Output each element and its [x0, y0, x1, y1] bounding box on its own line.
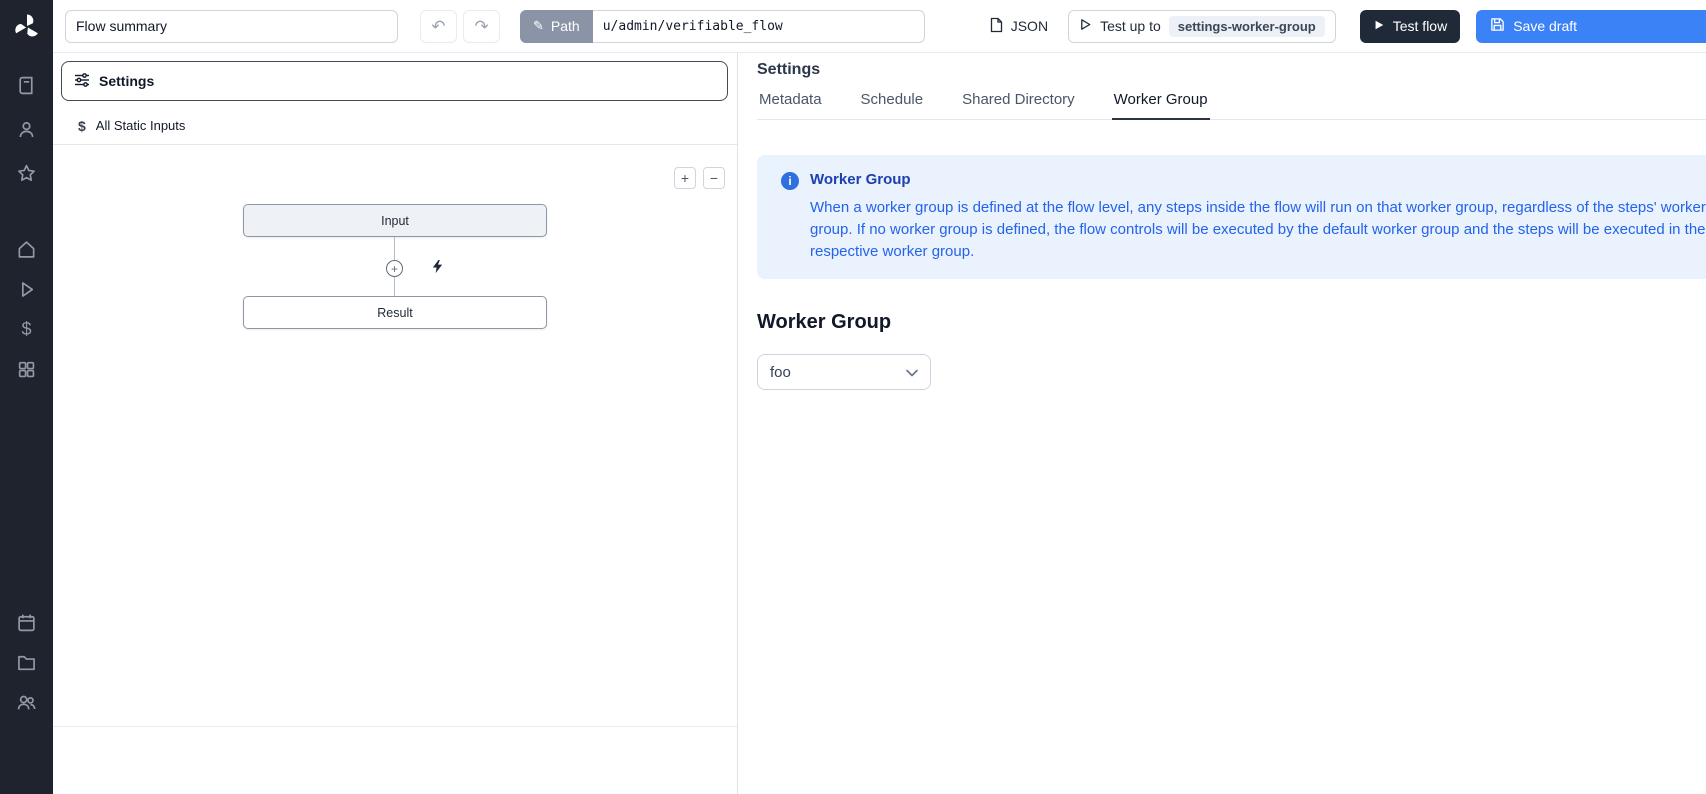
settings-panel: Settings Metadata Schedule Shared Direct…	[738, 53, 1706, 794]
tab-schedule[interactable]: Schedule	[859, 87, 926, 120]
settings-tabs: Metadata Schedule Shared Directory Worke…	[757, 87, 1706, 120]
app-root: $	[0, 0, 1706, 794]
sidebar-top-group	[7, 65, 47, 193]
result-node[interactable]: Result	[243, 296, 547, 329]
worker-group-select[interactable]: foo	[757, 354, 931, 390]
user-icon[interactable]	[7, 109, 47, 149]
tab-metadata[interactable]: Metadata	[757, 87, 824, 120]
worker-group-select-value: foo	[770, 364, 791, 381]
test-up-to-label: Test up to	[1100, 18, 1161, 34]
flow-summary-input[interactable]	[65, 10, 398, 43]
info-content: Worker Group When a worker group is defi…	[810, 171, 1706, 263]
flow-settings-label: Settings	[99, 73, 154, 89]
play-icon[interactable]	[7, 269, 47, 309]
home-icon[interactable]	[7, 229, 47, 269]
save-draft-button[interactable]: Save draft	[1476, 10, 1706, 43]
zoom-out-button[interactable]: −	[703, 167, 725, 189]
path-label: Path	[551, 18, 580, 34]
path-input[interactable]	[593, 10, 925, 43]
calendar-icon[interactable]	[7, 602, 47, 642]
tab-worker-group[interactable]: Worker Group	[1112, 87, 1210, 120]
all-static-inputs-button[interactable]: $ All Static Inputs	[53, 107, 737, 145]
info-body: When a worker group is defined at the fl…	[810, 197, 1706, 263]
pencil-icon: ✎	[533, 18, 544, 34]
dollar-icon[interactable]: $	[7, 309, 47, 349]
sidebar-middle-group: $	[7, 229, 47, 389]
path-group: ✎ Path	[520, 10, 925, 43]
redo-button[interactable]: ↷	[463, 10, 500, 43]
star-icon[interactable]	[7, 153, 47, 193]
worker-group-info-box: i Worker Group When a worker group is de…	[757, 155, 1706, 279]
trigger-bolt-icon[interactable]	[430, 259, 445, 277]
flow-settings-button[interactable]: Settings	[61, 61, 728, 101]
users-icon[interactable]	[7, 682, 47, 722]
sidebar-bottom-group	[7, 602, 47, 722]
flow-editor-panel: Settings $ All Static Inputs + − Input +	[53, 53, 738, 794]
all-static-inputs-label: All Static Inputs	[96, 118, 186, 133]
zoom-controls: + −	[674, 167, 725, 189]
chevron-down-icon	[906, 364, 918, 381]
undo-icon: ↶	[431, 18, 445, 35]
worker-group-heading: Worker Group	[757, 311, 1706, 334]
dollar-icon: $	[78, 118, 86, 134]
zoom-in-button[interactable]: +	[674, 167, 696, 189]
add-step-button[interactable]: +	[386, 260, 403, 277]
info-icon: i	[781, 172, 799, 190]
test-flow-label: Test flow	[1393, 18, 1447, 34]
json-button[interactable]: JSON	[985, 17, 1052, 36]
json-button-label: JSON	[1011, 18, 1048, 34]
plus-icon: +	[391, 263, 398, 275]
main-column: ↶ ↷ ✎ Path JSON	[53, 0, 1706, 794]
sliders-icon	[74, 72, 90, 91]
test-up-to-button[interactable]: Test up to settings-worker-group	[1068, 10, 1336, 43]
topbar: ↶ ↷ ✎ Path JSON	[53, 0, 1706, 53]
path-edit-button[interactable]: ✎ Path	[520, 10, 593, 43]
info-title: Worker Group	[810, 171, 1706, 188]
worker-group-badge: settings-worker-group	[1169, 16, 1325, 37]
save-icon	[1490, 17, 1505, 35]
book-icon[interactable]	[7, 65, 47, 105]
content: Settings $ All Static Inputs + − Input +	[53, 53, 1706, 794]
settings-panel-title: Settings	[757, 61, 1706, 79]
play-outline-icon	[1079, 18, 1092, 34]
json-file-icon	[989, 17, 1004, 36]
test-flow-button[interactable]: Test flow	[1360, 10, 1460, 43]
save-draft-label: Save draft	[1513, 18, 1577, 34]
panel-bottom-divider	[53, 726, 737, 727]
redo-icon: ↷	[474, 18, 488, 35]
tab-shared-directory[interactable]: Shared Directory	[960, 87, 1077, 120]
windmill-logo-icon[interactable]	[12, 12, 42, 45]
undo-button[interactable]: ↶	[420, 10, 457, 43]
grid-icon[interactable]	[7, 349, 47, 389]
sidebar: $	[0, 0, 53, 794]
input-node[interactable]: Input	[243, 204, 547, 237]
play-filled-icon	[1373, 18, 1385, 34]
folder-icon[interactable]	[7, 642, 47, 682]
